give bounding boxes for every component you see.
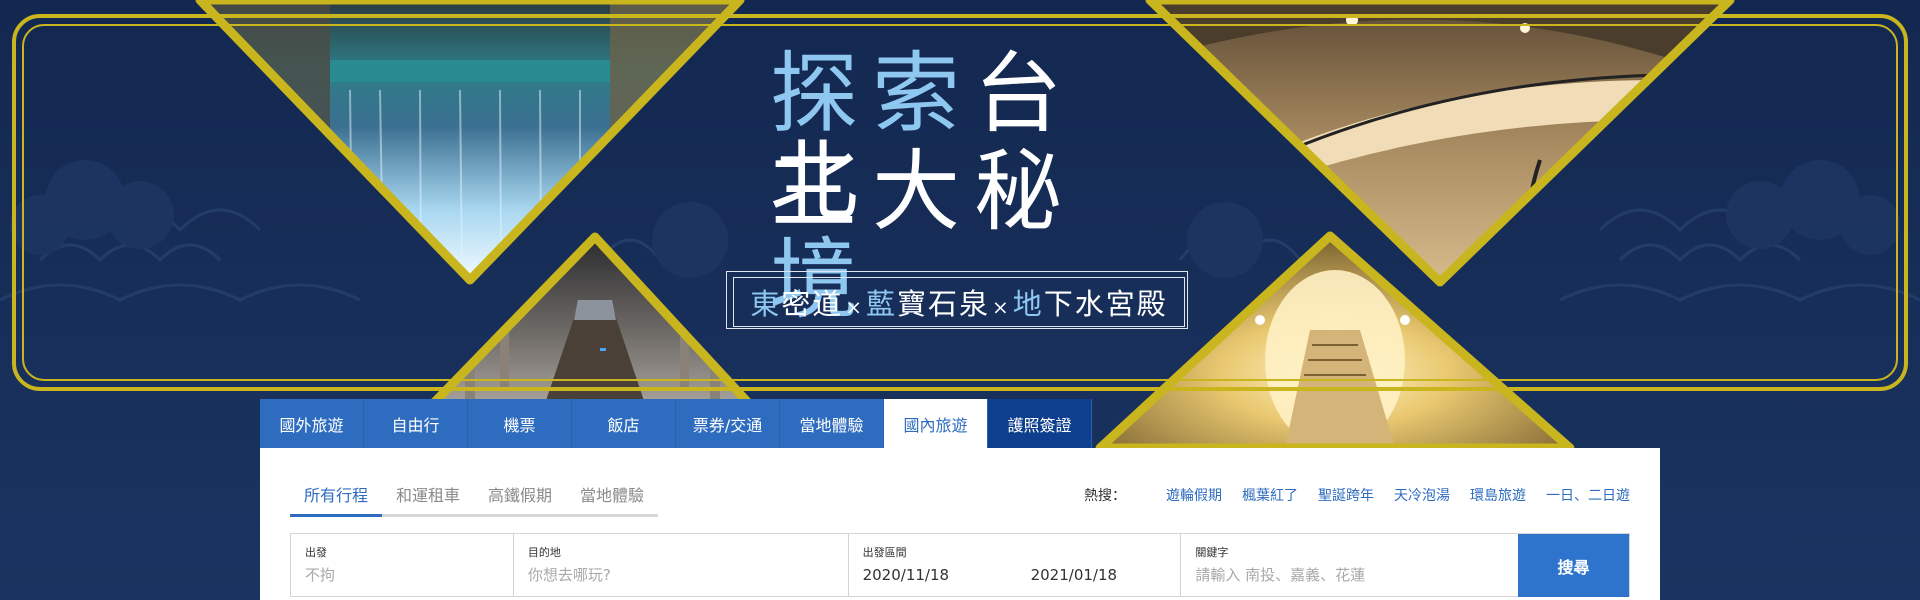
search-form: 出發 目的地 出發區間 2020/11/18 2021/01/18 關鍵字 搜尋 (290, 533, 1630, 597)
hot-link[interactable]: 一日、二日遊 (1546, 485, 1630, 505)
tab-local-experience[interactable]: 當地體驗 (780, 399, 884, 448)
hot-link[interactable]: 楓葉紅了 (1242, 485, 1298, 505)
hot-searches: 熱搜： 遊輪假期 楓葉紅了 聖誕跨年 天冷泡湯 環島旅遊 一日、二日遊 (1084, 485, 1630, 505)
subtitle-separator: × (845, 295, 864, 319)
subtitle-part: 下水宮殿 (1043, 287, 1168, 321)
tab-overseas-travel[interactable]: 國外旅遊 (260, 399, 364, 448)
subtitle-part: 寶石泉 (897, 287, 991, 321)
tab-flights[interactable]: 機票 (468, 399, 572, 448)
subtab-local-experience[interactable]: 當地體驗 (566, 482, 658, 514)
subtitle-part: 密道 (781, 287, 844, 321)
tab-free-independent[interactable]: 自由行 (364, 399, 468, 448)
subtab-all-itineraries[interactable]: 所有行程 (290, 482, 383, 517)
keyword-field[interactable]: 關鍵字 (1181, 534, 1518, 596)
subtitle-part: 藍 (865, 287, 897, 321)
main-tabs: 國外旅遊 自由行 機票 飯店 票券/交通 當地體驗 國內旅遊 護照簽證 (260, 399, 1092, 448)
subtab-car-rental[interactable]: 和運租車 (382, 482, 474, 514)
tab-hotels[interactable]: 飯店 (572, 399, 676, 448)
date-range-field[interactable]: 出發區間 2020/11/18 2021/01/18 (849, 534, 1182, 596)
hero-subtitle-text: 東密道 ×藍寶石泉 ×地下水宮殿 (750, 281, 1168, 323)
hot-link[interactable]: 聖誕跨年 (1318, 485, 1374, 505)
end-date[interactable]: 2021/01/18 (1031, 566, 1117, 584)
hot-link[interactable]: 天冷泡湯 (1394, 485, 1450, 505)
departure-input[interactable] (305, 566, 499, 584)
search-button[interactable]: 搜尋 (1518, 534, 1629, 597)
subtab-hsr-holiday[interactable]: 高鐵假期 (474, 482, 566, 514)
keyword-input[interactable] (1195, 566, 1505, 584)
hot-searches-label: 熱搜： (1084, 488, 1126, 504)
destination-input[interactable] (527, 566, 834, 584)
search-panel: 所有行程 和運租車 高鐵假期 當地體驗 熱搜： 遊輪假期 楓葉紅了 聖誕跨年 天… (260, 448, 1660, 600)
tab-domestic-travel[interactable]: 國內旅遊 (884, 399, 988, 448)
tab-tickets-transport[interactable]: 票券/交通 (676, 399, 780, 448)
date-range-values: 2020/11/18 2021/01/18 (863, 566, 1167, 584)
destination-field[interactable]: 目的地 (514, 534, 849, 596)
sub-tabs: 所有行程 和運租車 高鐵假期 當地體驗 (290, 482, 659, 517)
hot-link[interactable]: 環島旅遊 (1470, 485, 1526, 505)
date-range-label: 出發區間 (862, 546, 907, 559)
departure-field[interactable]: 出發 (291, 534, 514, 596)
subtitle-part: 東 (750, 287, 782, 321)
start-date[interactable]: 2020/11/18 (863, 566, 1031, 584)
hot-link[interactable]: 遊輪假期 (1166, 485, 1222, 505)
hero-subtitle: 東密道 ×藍寶石泉 ×地下水宮殿 (733, 277, 1185, 327)
destination-label: 目的地 (527, 546, 561, 559)
tab-passport-visa[interactable]: 護照簽證 (988, 399, 1092, 448)
subtitle-separator: × (992, 295, 1011, 319)
keyword-label: 關鍵字 (1195, 546, 1229, 559)
subtitle-part: 地 (1012, 287, 1044, 321)
departure-label: 出發 (305, 546, 327, 559)
